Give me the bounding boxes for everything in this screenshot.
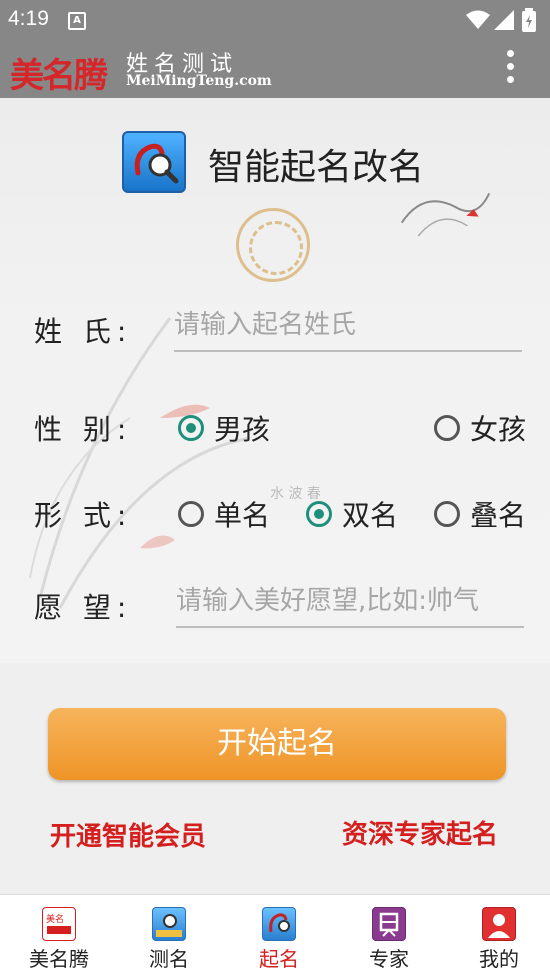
nav-item-expert[interactable]: 专家 — [334, 895, 444, 978]
form-radio-double[interactable]: 双名 — [306, 494, 398, 534]
surname-input-wrapper — [174, 310, 522, 352]
wish-input[interactable] — [176, 586, 524, 616]
nav-label-expert: 专家 — [369, 947, 409, 971]
surname-input[interactable] — [174, 310, 522, 340]
radio-unchecked-icon — [434, 501, 460, 527]
vip-membership-link[interactable]: 开通智能会员 — [50, 816, 206, 853]
radio-unchecked-icon — [434, 415, 460, 441]
nav-label-name-test: 测名 — [149, 947, 189, 971]
radio-checked-icon — [306, 501, 332, 527]
naming-icon — [262, 907, 296, 941]
form-type-label: 形 式: — [34, 499, 133, 532]
form-repeat-label: 叠名 — [470, 499, 527, 532]
app-logo: 美名腾 — [10, 56, 108, 96]
expert-naming-link[interactable]: 资深专家起名 — [342, 814, 498, 851]
wish-input-wrapper — [176, 586, 524, 628]
svg-text:美名: 美名 — [46, 913, 64, 925]
wish-label: 愿 望: — [34, 591, 133, 624]
surname-label: 姓 氏: — [34, 315, 133, 348]
signal-icon — [494, 10, 514, 30]
radio-checked-icon — [178, 415, 204, 441]
naming-search-icon — [122, 131, 186, 193]
notification-icon: A — [68, 12, 86, 30]
gender-radio-boy[interactable]: 男孩 — [178, 408, 270, 448]
decorative-seal-icon — [236, 208, 310, 282]
more-options-icon[interactable] — [498, 44, 522, 94]
nav-label-profile: 我的 — [479, 947, 519, 971]
gender-radio-girl[interactable]: 女孩 — [434, 408, 526, 448]
nav-label-home: 美名腾 — [29, 947, 89, 971]
nav-item-naming[interactable]: 起名 — [224, 895, 334, 978]
meimingteng-logo-icon: 美名 — [42, 907, 76, 941]
status-bar: 4:19 A — [0, 0, 550, 40]
gender-label: 性 别: — [34, 413, 133, 446]
radio-unchecked-icon — [178, 501, 204, 527]
page-title: 智能起名改名 — [208, 147, 425, 188]
battery-icon — [522, 8, 536, 32]
form-single-label: 单名 — [214, 499, 271, 532]
gender-girl-label: 女孩 — [470, 413, 527, 446]
nav-item-profile[interactable]: 我的 — [444, 895, 550, 978]
status-time: 4:19 — [8, 7, 49, 30]
app-header: 美名腾 姓名测试 MeiMingTeng.com — [0, 40, 550, 98]
start-naming-button[interactable]: 开始起名 — [48, 708, 506, 780]
expert-icon — [372, 907, 406, 941]
ink-calligraphy-decoration — [400, 192, 491, 237]
form-radio-repeat[interactable]: 叠名 — [434, 494, 526, 534]
header-website: MeiMingTeng.com — [126, 73, 272, 89]
main-content: 智能起名改名 水 波 春 姓 氏: 性 别: 男孩 女孩 — [0, 98, 550, 894]
bottom-navigation: 美名 美名腾 测名 起名 专家 我的 — [0, 894, 550, 978]
nav-label-naming: 起名 — [259, 947, 299, 971]
gender-boy-label: 男孩 — [214, 413, 271, 446]
form-radio-single[interactable]: 单名 — [178, 494, 270, 534]
profile-icon — [482, 907, 516, 941]
nav-item-home[interactable]: 美名 美名腾 — [4, 895, 114, 978]
naming-form-card: 智能起名改名 水 波 春 姓 氏: 性 别: 男孩 女孩 — [0, 98, 550, 663]
form-double-label: 双名 — [342, 499, 399, 532]
name-test-icon — [152, 907, 186, 941]
nav-item-name-test[interactable]: 测名 — [114, 895, 224, 978]
wifi-icon — [466, 10, 490, 29]
